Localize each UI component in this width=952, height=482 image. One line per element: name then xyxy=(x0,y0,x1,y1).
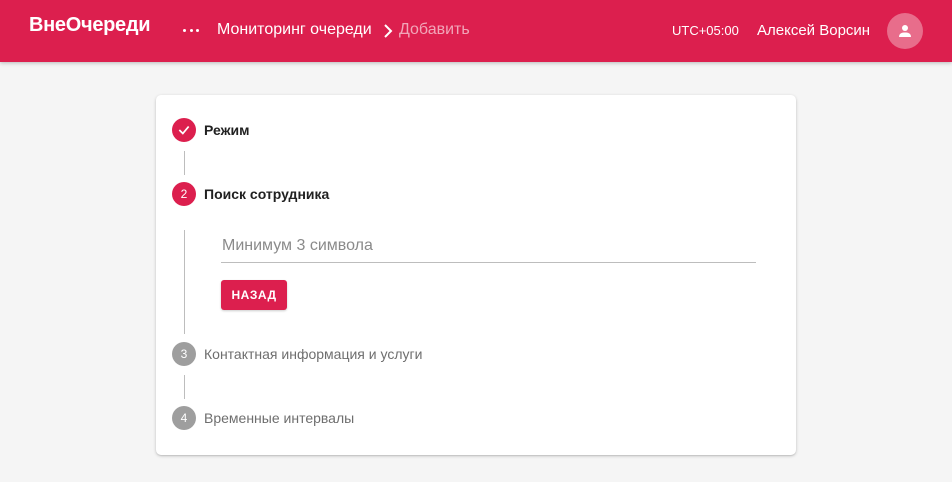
user-name[interactable]: Алексей Ворсин xyxy=(757,22,870,39)
check-icon xyxy=(178,125,190,135)
step-4-indicator: 4 xyxy=(172,406,196,430)
stepper-card: Режим 2 Поиск сотрудника НАЗАД 3 Контакт… xyxy=(156,95,796,455)
employee-search-input[interactable] xyxy=(221,231,756,261)
app-logo[interactable]: ВнеОчереди xyxy=(29,14,151,37)
step-3-label[interactable]: Контактная информация и услуги xyxy=(204,346,422,362)
timezone-label: UTC+05:00 xyxy=(672,23,739,38)
employee-search-field xyxy=(221,231,756,263)
step-3-indicator: 3 xyxy=(172,342,196,366)
person-icon xyxy=(899,25,911,37)
step-1-label[interactable]: Режим xyxy=(204,122,249,138)
step-connector xyxy=(184,151,185,175)
step-4-label[interactable]: Временные интервалы xyxy=(204,410,354,426)
app-header: ВнеОчереди Мониторинг очереди Добавить U… xyxy=(0,0,952,62)
chevron-right-icon xyxy=(384,24,393,38)
step-1-indicator xyxy=(172,118,196,142)
step-connector xyxy=(184,375,185,399)
step-2-label[interactable]: Поиск сотрудника xyxy=(204,186,329,202)
breadcrumb-monitoring[interactable]: Мониторинг очереди xyxy=(217,21,372,39)
back-button[interactable]: НАЗАД xyxy=(221,280,287,310)
breadcrumb-current: Добавить xyxy=(399,21,470,38)
step-connector xyxy=(184,230,185,334)
more-horizontal-icon[interactable] xyxy=(183,20,199,40)
avatar[interactable] xyxy=(887,13,923,49)
step-2-indicator: 2 xyxy=(172,182,196,206)
